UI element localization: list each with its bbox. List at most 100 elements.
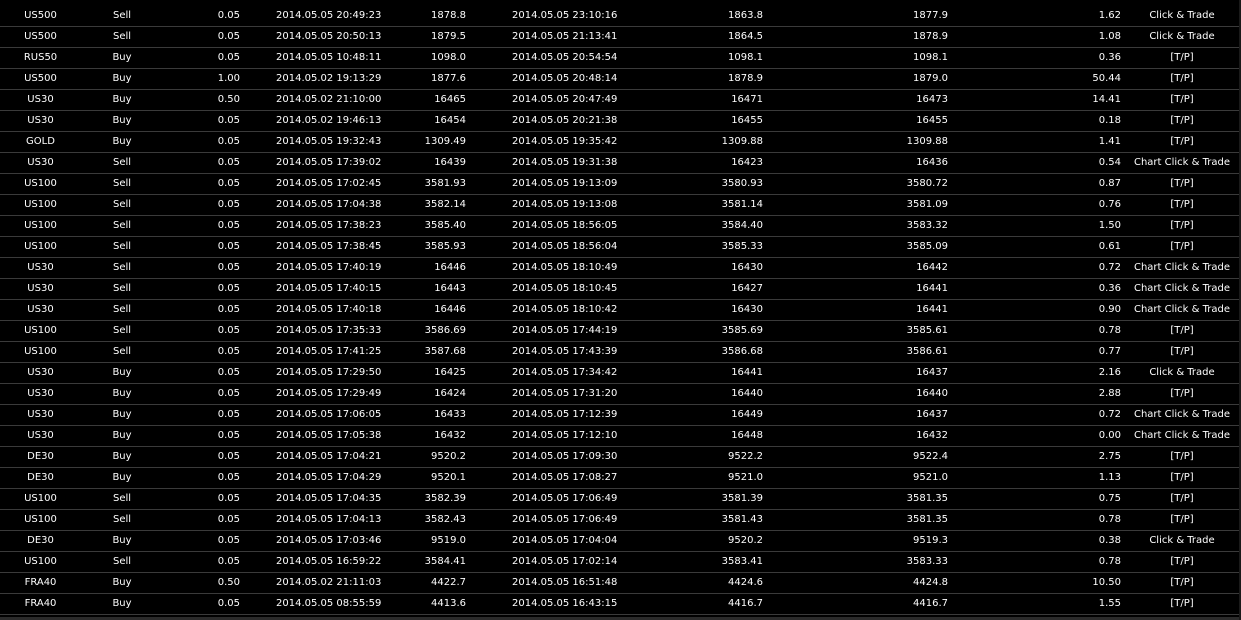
profit-cell: 1.13 bbox=[1098, 472, 1121, 483]
table-row[interactable]: US100 Sell 0.05 2014.05.05 17:38:45 3585.93 2… bbox=[0, 237, 1241, 258]
table-row[interactable]: US100 Sell 0.05 2014.05.05 17:41:25 3587.68 2… bbox=[0, 342, 1241, 363]
open-price-cell: 1309.49 bbox=[424, 136, 466, 147]
table-row[interactable]: FRA40 Buy 0.05 2014.05.05 08:55:59 4413.6 201… bbox=[0, 594, 1241, 615]
open-price-cell: 1879.5 bbox=[431, 31, 466, 42]
type-cell: Sell bbox=[112, 241, 132, 252]
comment-cell: Chart Click & Trade bbox=[1133, 304, 1231, 315]
open-time-cell: 2014.05.05 08:55:59 bbox=[276, 598, 382, 609]
open-time-cell: 2014.05.05 17:41:25 bbox=[276, 346, 382, 357]
close-price-cell: 3581.14 bbox=[721, 199, 763, 210]
volume-cell: 0.05 bbox=[217, 346, 240, 357]
table-row[interactable]: US30 Buy 0.05 2014.05.05 17:29:50 16425 2014.… bbox=[0, 363, 1241, 384]
symbol-cell: US100 bbox=[24, 556, 57, 567]
table-row[interactable]: DE30 Buy 0.05 2014.05.05 17:03:46 9519.0 2014… bbox=[0, 531, 1241, 552]
open-price-cell: 1878.8 bbox=[431, 10, 466, 21]
close-price-cell: 16471 bbox=[731, 94, 763, 105]
table-row[interactable]: US100 Sell 0.05 2014.05.05 17:04:35 3582.39 2… bbox=[0, 489, 1241, 510]
current-price-cell: 16441 bbox=[916, 283, 948, 294]
table-row[interactable]: DE30 Buy 0.05 2014.05.05 17:04:29 9520.1 2014… bbox=[0, 468, 1241, 489]
type-cell: Buy bbox=[112, 73, 132, 84]
table-row[interactable]: US100 Sell 0.05 2014.05.05 16:59:22 3584.41 2… bbox=[0, 552, 1241, 573]
table-row[interactable]: GOLD Buy 0.05 2014.05.05 19:32:43 1309.49 201… bbox=[0, 132, 1241, 153]
profit-cell: 0.90 bbox=[1098, 304, 1121, 315]
close-price-cell: 1309.88 bbox=[721, 136, 763, 147]
current-price-cell: 16440 bbox=[916, 388, 948, 399]
open-price-cell: 3582.14 bbox=[424, 199, 466, 210]
table-row[interactable]: DE30 Buy 0.05 2014.05.05 17:04:21 9520.2 2014… bbox=[0, 447, 1241, 468]
table-row[interactable]: US100 Sell 0.05 2014.05.05 17:35:33 3586.69 2… bbox=[0, 321, 1241, 342]
table-row[interactable]: US30 Buy 0.05 2014.05.05 17:06:05 16433 2014.… bbox=[0, 405, 1241, 426]
table-row[interactable]: US30 Buy 0.50 2014.05.02 21:10:00 16465 2014.… bbox=[0, 90, 1241, 111]
comment-cell: [T/P] bbox=[1170, 115, 1194, 126]
open-price-cell: 1877.6 bbox=[431, 73, 466, 84]
type-cell: Sell bbox=[112, 556, 132, 567]
profit-cell: 1.62 bbox=[1098, 10, 1121, 21]
symbol-cell: US30 bbox=[27, 388, 54, 399]
volume-cell: 0.05 bbox=[217, 451, 240, 462]
table-row[interactable]: US30 Buy 0.05 2014.05.05 17:29:49 16424 2014.… bbox=[0, 384, 1241, 405]
comment-cell: [T/P] bbox=[1170, 514, 1194, 525]
close-price-cell: 16427 bbox=[731, 283, 763, 294]
profit-cell: 0.54 bbox=[1098, 157, 1121, 168]
profit-cell: 0.36 bbox=[1098, 283, 1121, 294]
table-row[interactable]: US30 Sell 0.05 2014.05.05 17:40:15 16443 2014… bbox=[0, 279, 1241, 300]
table-row[interactable]: US100 Sell 0.05 2014.05.05 17:04:13 3582.43 2… bbox=[0, 510, 1241, 531]
profit-cell: 0.76 bbox=[1098, 199, 1121, 210]
symbol-cell: DE30 bbox=[27, 472, 54, 483]
profit-cell: 0.77 bbox=[1098, 346, 1121, 357]
volume-cell: 1.00 bbox=[217, 73, 240, 84]
type-cell: Sell bbox=[112, 325, 132, 336]
volume-cell: 0.05 bbox=[217, 241, 240, 252]
table-row[interactable]: US500 Buy 1.00 2014.05.02 19:13:29 1877.6 201… bbox=[0, 69, 1241, 90]
symbol-cell: US100 bbox=[24, 493, 57, 504]
table-row[interactable]: US500 Sell 0.05 2014.05.05 20:50:13 1879.5 20… bbox=[0, 27, 1241, 48]
table-row[interactable]: US30 Sell 0.05 2014.05.05 17:39:02 16439 2014… bbox=[0, 153, 1241, 174]
volume-cell: 0.50 bbox=[217, 577, 240, 588]
volume-cell: 0.05 bbox=[217, 52, 240, 63]
symbol-cell: US30 bbox=[27, 367, 54, 378]
table-row[interactable]: US30 Buy 0.05 2014.05.05 17:05:38 16432 2014.… bbox=[0, 426, 1241, 447]
close-time-cell: 2014.05.05 16:51:48 bbox=[512, 577, 618, 588]
table-row[interactable]: US30 Buy 0.05 2014.05.02 19:46:13 16454 2014.… bbox=[0, 111, 1241, 132]
symbol-cell: US100 bbox=[24, 514, 57, 525]
open-price-cell: 16424 bbox=[434, 388, 466, 399]
current-price-cell: 3583.33 bbox=[906, 556, 948, 567]
table-row[interactable]: US30 Sell 0.05 2014.05.05 17:40:19 16446 2014… bbox=[0, 258, 1241, 279]
open-time-cell: 2014.05.05 17:04:29 bbox=[276, 472, 382, 483]
table-row[interactable]: US500 Sell 0.05 2014.05.05 20:49:23 1878.8 20… bbox=[0, 6, 1241, 27]
close-price-cell: 16430 bbox=[731, 262, 763, 273]
volume-cell: 0.05 bbox=[217, 283, 240, 294]
close-time-cell: 2014.05.05 19:35:42 bbox=[512, 136, 618, 147]
close-time-cell: 2014.05.05 17:31:20 bbox=[512, 388, 618, 399]
close-time-cell: 2014.05.05 21:13:41 bbox=[512, 31, 618, 42]
close-price-cell: 16440 bbox=[731, 388, 763, 399]
close-price-cell: 4416.7 bbox=[728, 598, 763, 609]
current-price-cell: 9519.3 bbox=[913, 535, 948, 546]
current-price-cell: 16437 bbox=[916, 409, 948, 420]
comment-cell: [T/P] bbox=[1170, 325, 1194, 336]
table-row[interactable]: FRA40 Buy 0.50 2014.05.02 21:11:03 4422.7 201… bbox=[0, 573, 1241, 594]
comment-cell: [T/P] bbox=[1170, 472, 1194, 483]
table-row[interactable]: US100 Sell 0.05 2014.05.05 17:04:38 3582.14 2… bbox=[0, 195, 1241, 216]
type-cell: Sell bbox=[112, 283, 132, 294]
open-time-cell: 2014.05.05 17:04:21 bbox=[276, 451, 382, 462]
current-price-cell: 16436 bbox=[916, 157, 948, 168]
open-time-cell: 2014.05.05 17:05:38 bbox=[276, 430, 382, 441]
close-time-cell: 2014.05.05 17:43:39 bbox=[512, 346, 618, 357]
table-row[interactable]: US100 Sell 0.05 2014.05.05 17:38:23 3585.40 2… bbox=[0, 216, 1241, 237]
table-row[interactable]: US100 Sell 0.05 2014.05.05 17:02:45 3581.93 2… bbox=[0, 174, 1241, 195]
open-price-cell: 4422.7 bbox=[431, 577, 466, 588]
open-time-cell: 2014.05.05 17:38:45 bbox=[276, 241, 382, 252]
table-row[interactable]: RUS50 Buy 0.05 2014.05.05 10:48:11 1098.0 201… bbox=[0, 48, 1241, 69]
close-price-cell: 9522.2 bbox=[728, 451, 763, 462]
type-cell: Sell bbox=[112, 178, 132, 189]
volume-cell: 0.05 bbox=[217, 325, 240, 336]
profit-cell: 1.41 bbox=[1098, 136, 1121, 147]
open-price-cell: 3585.40 bbox=[424, 220, 466, 231]
type-cell: Buy bbox=[112, 472, 132, 483]
open-price-cell: 9520.2 bbox=[431, 451, 466, 462]
comment-cell: [T/P] bbox=[1170, 199, 1194, 210]
comment-cell: [T/P] bbox=[1170, 388, 1194, 399]
table-row[interactable]: US30 Sell 0.05 2014.05.05 17:40:18 16446 2014… bbox=[0, 300, 1241, 321]
type-cell: Buy bbox=[112, 115, 132, 126]
